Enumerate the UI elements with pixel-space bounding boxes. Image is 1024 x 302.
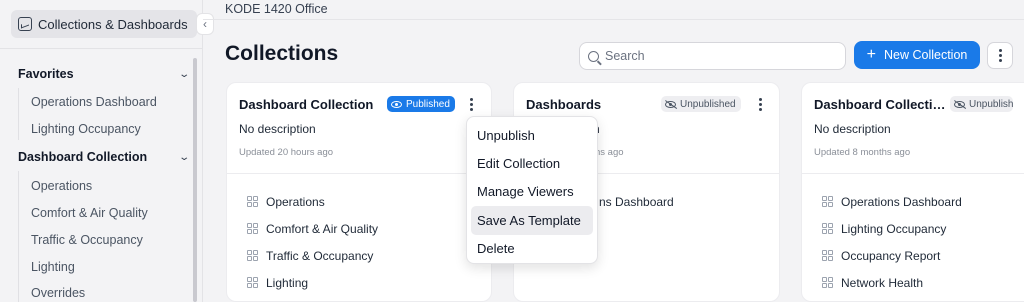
list-item[interactable]: Network Health (822, 269, 962, 296)
status-badge: Unpublish (950, 96, 1014, 112)
list-item-label: Operations Dashboard (841, 194, 962, 209)
eye-off-icon (954, 100, 965, 108)
sidebar: Collections & Dashboards Favorites ⌄ Ope… (0, 0, 203, 302)
dashboard-list: ns Dashboard (599, 188, 674, 215)
card-menu-button[interactable] (759, 98, 762, 111)
list-item-label: ns Dashboard (599, 194, 674, 209)
grid-icon (822, 277, 833, 288)
dashboard-list: Operations Dashboard Lighting Occupancy … (822, 188, 962, 296)
card-title[interactable]: Dashboards (526, 97, 601, 112)
menu-item-edit-collection[interactable]: Edit Collection (471, 149, 593, 177)
sidebar-divider (0, 48, 203, 49)
card-updated: hs ago (595, 147, 624, 158)
list-item-label: Occupancy Report (841, 248, 941, 263)
grid-icon (822, 250, 833, 261)
sidebar-item-lighting[interactable]: Lighting (31, 260, 75, 274)
card-updated: Updated 20 hours ago (239, 147, 334, 158)
sidebar-item-comfort-air-quality[interactable]: Comfort & Air Quality (31, 206, 148, 220)
tree-line (18, 171, 19, 302)
list-item-label: Comfort & Air Quality (266, 221, 379, 236)
menu-item-save-as-template[interactable]: Save As Template (471, 206, 593, 235)
menu-item-unpublish[interactable]: Unpublish (471, 121, 593, 149)
menu-item-delete[interactable]: Delete (471, 235, 593, 263)
list-item[interactable]: Lighting (247, 269, 378, 296)
status-badge: Published (387, 96, 455, 112)
page-title: Collections (225, 42, 339, 65)
sidebar-group-label: Favorites (18, 67, 74, 81)
list-item[interactable]: Operations (247, 188, 378, 215)
search-input[interactable] (605, 49, 825, 63)
list-item[interactable]: Traffic & Occupancy (247, 242, 378, 269)
chevron-down-icon: ⌄ (177, 151, 190, 163)
grid-icon (247, 196, 258, 207)
list-item[interactable]: Comfort & Air Quality (247, 215, 378, 242)
card-divider (802, 173, 1024, 174)
list-item[interactable]: ns Dashboard (599, 188, 674, 215)
grid-icon (822, 223, 833, 234)
chevron-down-icon: ⌄ (177, 68, 190, 80)
card-title[interactable]: Dashboard Collecti… (814, 97, 945, 112)
sidebar-group-dashboard-collection[interactable]: Dashboard Collection ⌄ (18, 150, 190, 164)
sidebar-group-label: Dashboard Collection (18, 150, 148, 164)
status-badge: Unpublished (661, 96, 741, 112)
sidebar-item-lighting-occupancy[interactable]: Lighting Occupancy (31, 122, 141, 136)
breadcrumb[interactable]: KODE 1420 Office (225, 2, 328, 16)
sidebar-item-operations[interactable]: Operations (31, 179, 92, 193)
sidebar-item-operations-dashboard[interactable]: Operations Dashboard (31, 95, 157, 109)
collections-dashboards-nav[interactable]: Collections & Dashboards (11, 10, 197, 38)
status-label: Published (406, 98, 450, 110)
dashboard-list: Operations Comfort & Air Quality Traffic… (247, 188, 378, 296)
list-item-label: Lighting (266, 275, 309, 290)
tree-line (18, 88, 19, 140)
list-item[interactable]: Operations Dashboard (822, 188, 962, 215)
grid-icon (247, 223, 258, 234)
collection-card[interactable]: Dashboard Collection Published No descri… (226, 82, 492, 302)
sidebar-scrollbar[interactable] (193, 58, 197, 302)
card-updated: Updated 8 months ago (814, 147, 911, 158)
list-item[interactable]: Lighting Occupancy (822, 215, 962, 242)
new-collection-button[interactable]: + New Collection (854, 41, 980, 69)
status-label: Unpublished (680, 98, 736, 110)
more-vertical-icon (470, 98, 473, 111)
more-options-button[interactable] (987, 42, 1013, 69)
sidebar-group-favorites[interactable]: Favorites ⌄ (18, 67, 190, 81)
search-icon (588, 50, 599, 62)
menu-item-manage-viewers[interactable]: Manage Viewers (471, 178, 593, 206)
eye-off-icon (665, 100, 676, 108)
new-collection-label: New Collection (883, 48, 968, 62)
sidebar-item-traffic-occupancy[interactable]: Traffic & Occupancy (31, 233, 143, 247)
eye-icon (391, 100, 402, 108)
list-item-label: Traffic & Occupancy (266, 248, 374, 263)
card-menu-button[interactable] (470, 98, 473, 111)
list-item-label: Lighting Occupancy (841, 221, 947, 236)
list-item-label: Operations (266, 194, 325, 209)
plus-icon: + (866, 46, 876, 63)
more-vertical-icon (998, 49, 1002, 62)
header-divider (203, 19, 1024, 20)
grid-icon (247, 250, 258, 261)
status-label: Unpublish (969, 98, 1014, 110)
collections-dashboards-label: Collections & Dashboards (38, 16, 188, 32)
card-divider (227, 173, 491, 174)
card-context-menu: Unpublish Edit Collection Manage Viewers… (466, 116, 598, 264)
collapse-sidebar-button[interactable]: ‹ (196, 13, 214, 35)
list-item[interactable]: Occupancy Report (822, 242, 962, 269)
search-box[interactable] (579, 42, 846, 70)
sidebar-item-overrides[interactable]: Overrides (31, 286, 85, 300)
card-description: No description (814, 122, 891, 136)
grid-icon (247, 277, 258, 288)
more-vertical-icon (759, 98, 762, 111)
list-item-label: Network Health (841, 275, 924, 290)
card-title[interactable]: Dashboard Collection (239, 97, 373, 112)
collection-card[interactable]: Dashboard Collecti… Unpublish No descrip… (801, 82, 1024, 302)
dashboard-icon (18, 17, 32, 31)
grid-icon (822, 196, 833, 207)
card-description: No description (239, 122, 316, 136)
